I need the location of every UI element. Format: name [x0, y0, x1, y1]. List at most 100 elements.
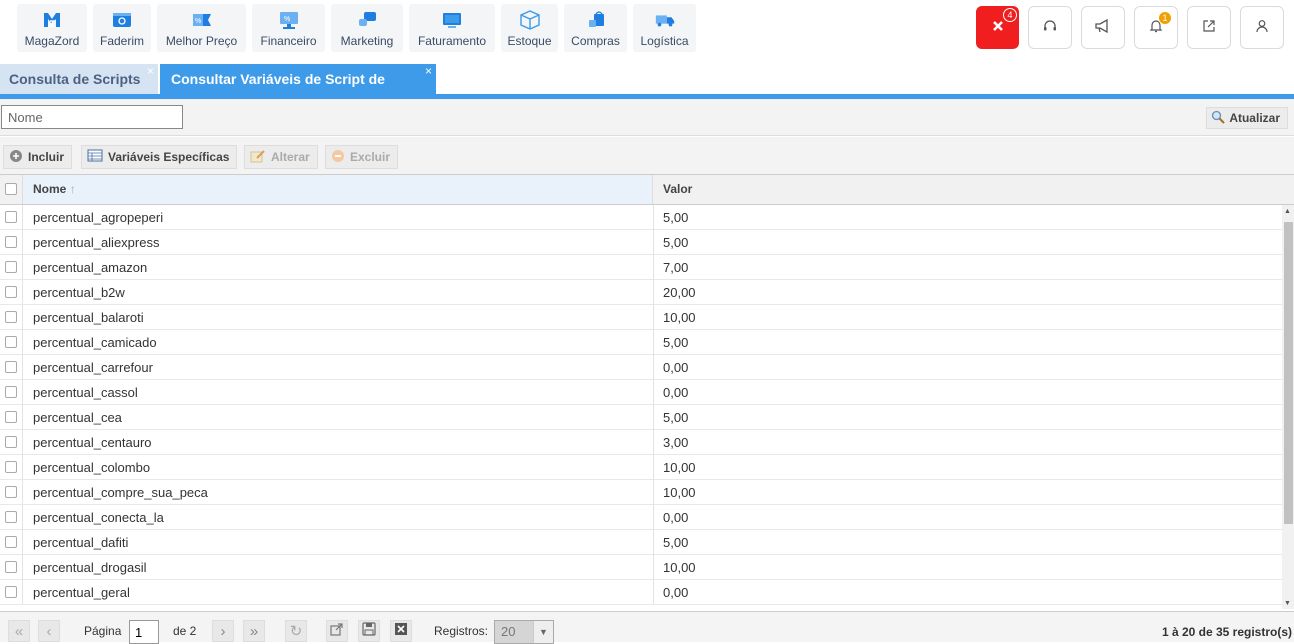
row-checkbox[interactable] — [5, 361, 17, 373]
row-select-cell — [0, 380, 23, 405]
page-total-label: de 2 — [173, 624, 197, 638]
previous-page-button[interactable]: ‹ — [38, 620, 60, 642]
table-icon — [87, 149, 103, 165]
first-page-button[interactable]: « — [8, 620, 30, 642]
header-actions: 4 1 — [976, 6, 1284, 49]
scroll-up-icon[interactable]: ▲ — [1284, 208, 1291, 215]
last-page-button[interactable]: » — [243, 620, 265, 642]
box-icon — [519, 9, 541, 31]
table-row[interactable]: percentual_carrefour 0,00 — [0, 355, 1282, 380]
module-faderim[interactable]: Faderim — [93, 4, 151, 52]
module-compras[interactable]: Compras — [564, 4, 627, 52]
truck-icon — [654, 9, 676, 31]
grid-body: percentual_agropeperi 5,00 percentual_alie… — [0, 205, 1282, 609]
table-row[interactable]: percentual_b2w 20,00 — [0, 280, 1282, 305]
clear-button[interactable] — [390, 620, 412, 642]
tab-close-icon[interactable]: × — [425, 56, 432, 86]
row-value: 5,00 — [653, 330, 1282, 355]
table-row[interactable]: percentual_agropeperi 5,00 — [0, 205, 1282, 230]
specific-variables-button[interactable]: Variáveis Específicas — [81, 145, 238, 169]
table-row[interactable]: percentual_colombo 10,00 — [0, 455, 1282, 480]
headset-icon — [1042, 18, 1058, 37]
tab-consultar-variaveis[interactable]: Consultar Variáveis de Script de Preço × — [160, 64, 436, 117]
floppy-disk-icon — [362, 622, 376, 640]
column-header-name[interactable]: Nome ↑ — [23, 175, 653, 204]
tab-consulta-de-scripts[interactable]: Consulta de Scripts × — [0, 64, 158, 94]
table-row[interactable]: percentual_cea 5,00 — [0, 405, 1282, 430]
row-checkbox[interactable] — [5, 386, 17, 398]
row-checkbox[interactable] — [5, 461, 17, 473]
user-profile-button[interactable] — [1240, 6, 1284, 49]
module-melhor-preco[interactable]: % Melhor Preço — [157, 4, 246, 52]
tab-close-icon[interactable]: × — [147, 56, 154, 86]
chevron-down-icon: ▼ — [533, 621, 553, 643]
support-button[interactable] — [1028, 6, 1072, 49]
module-magazord[interactable]: MagaZord — [17, 4, 87, 52]
module-label: Marketing — [340, 34, 394, 48]
row-name: percentual_conecta_la — [33, 510, 164, 525]
row-select-cell — [0, 405, 23, 430]
module-label: Faderim — [100, 34, 145, 48]
row-checkbox[interactable] — [5, 411, 17, 423]
grid-scrollbar[interactable]: ▲ ▼ — [1282, 205, 1294, 609]
module-financeiro[interactable]: % Financeiro — [252, 4, 325, 52]
table-row[interactable]: percentual_balaroti 10,00 — [0, 305, 1282, 330]
table-row[interactable]: percentual_conecta_la 0,00 — [0, 505, 1282, 530]
row-checkbox[interactable] — [5, 311, 17, 323]
table-row[interactable]: percentual_cassol 0,00 — [0, 380, 1282, 405]
module-faturamento[interactable]: Faturamento — [409, 4, 495, 52]
table-row[interactable]: percentual_geral 0,00 — [0, 580, 1282, 605]
announcements-button[interactable] — [1081, 6, 1125, 49]
scroll-down-icon[interactable]: ▼ — [1284, 600, 1291, 607]
module-label: Faturamento — [417, 34, 487, 48]
scroll-thumb[interactable] — [1284, 222, 1293, 524]
table-row[interactable]: percentual_aliexpress 5,00 — [0, 230, 1282, 255]
row-checkbox[interactable] — [5, 336, 17, 348]
next-page-button[interactable]: › — [212, 620, 234, 642]
table-row[interactable]: percentual_drogasil 10,00 — [0, 555, 1282, 580]
select-all-checkbox[interactable] — [5, 183, 17, 195]
records-per-page-select[interactable]: 20 ▼ — [494, 620, 554, 644]
refresh-button[interactable]: Atualizar — [1206, 107, 1288, 129]
table-row[interactable]: percentual_amazon 7,00 — [0, 255, 1282, 280]
table-row[interactable]: percentual_centauro 3,00 — [0, 430, 1282, 455]
table-row[interactable]: percentual_dafiti 5,00 — [0, 530, 1282, 555]
export-button[interactable] — [326, 620, 348, 642]
notifications-button[interactable]: 1 — [1134, 6, 1178, 49]
add-button[interactable]: Incluir — [3, 145, 73, 169]
row-checkbox[interactable] — [5, 236, 17, 248]
row-name: percentual_dafiti — [33, 535, 129, 550]
row-name: percentual_geral — [33, 585, 130, 600]
row-checkbox[interactable] — [5, 486, 17, 498]
row-checkbox[interactable] — [5, 261, 17, 273]
table-row[interactable]: percentual_camicado 5,00 — [0, 330, 1282, 355]
row-value: 0,00 — [653, 380, 1282, 405]
close-all-button[interactable]: 4 — [976, 6, 1019, 49]
edit-button[interactable]: Alterar — [244, 145, 318, 169]
megaphone-icon — [1094, 18, 1112, 37]
column-header-value[interactable]: Valor — [654, 175, 1294, 204]
shopping-bag-icon — [585, 9, 607, 31]
module-marketing[interactable]: Marketing — [331, 4, 403, 52]
row-checkbox[interactable] — [5, 436, 17, 448]
external-link-button[interactable] — [1187, 6, 1231, 49]
records-info: 1 à 20 de 35 registro(s) — [1161, 625, 1292, 639]
save-button[interactable] — [358, 620, 380, 642]
module-logistica[interactable]: Logística — [633, 4, 696, 52]
row-checkbox[interactable] — [5, 561, 17, 573]
row-value: 7,00 — [653, 255, 1282, 280]
delete-button[interactable]: Excluir — [325, 145, 399, 169]
row-checkbox[interactable] — [5, 511, 17, 523]
row-checkbox[interactable] — [5, 586, 17, 598]
row-checkbox[interactable] — [5, 536, 17, 548]
row-checkbox[interactable] — [5, 211, 17, 223]
tab-bar: Consulta de Scripts × Consultar Variávei… — [0, 62, 1294, 117]
row-select-cell — [0, 255, 23, 280]
reload-button[interactable]: ↻ — [285, 620, 307, 642]
row-value: 5,00 — [653, 405, 1282, 430]
table-row[interactable]: percentual_compre_sua_peca 10,00 — [0, 480, 1282, 505]
row-checkbox[interactable] — [5, 286, 17, 298]
module-estoque[interactable]: Estoque — [501, 4, 558, 52]
name-filter-input[interactable] — [1, 105, 183, 129]
page-number-input[interactable] — [129, 620, 159, 644]
